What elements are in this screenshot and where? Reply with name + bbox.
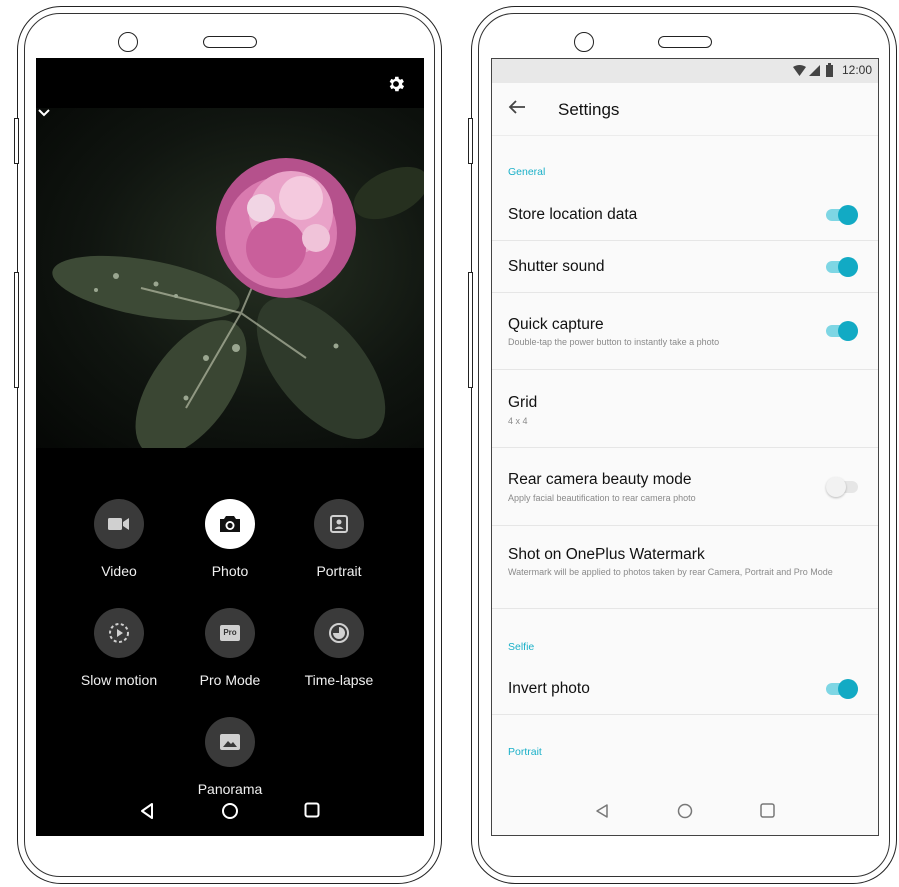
shutter-sound-toggle[interactable] — [826, 257, 858, 277]
mode-slow-motion-button[interactable] — [94, 608, 144, 658]
section-header-selfie: Selfie — [508, 641, 535, 653]
setting-invert-photo-title: Invert photo — [508, 680, 590, 697]
left-earpiece — [203, 36, 257, 48]
clover-flower-photo — [52, 158, 424, 448]
battery-icon — [826, 63, 833, 77]
right-front-camera — [574, 32, 594, 52]
mode-time-lapse-button[interactable] — [314, 608, 364, 658]
nav-recents-icon[interactable] — [760, 803, 775, 818]
settings-navigation-bar — [492, 791, 878, 835]
mode-photo-label: Photo — [211, 563, 249, 579]
setting-shutter-sound[interactable]: Shutter sound — [492, 241, 878, 293]
nav-back-icon[interactable] — [139, 802, 155, 820]
mode-video-button[interactable] — [94, 499, 144, 549]
setting-store-location-title: Store location data — [508, 206, 638, 223]
portrait-icon — [330, 515, 348, 533]
page-title: Settings — [558, 100, 620, 119]
mode-photo[interactable]: Photo — [175, 499, 285, 579]
nav-home-icon[interactable] — [221, 802, 239, 820]
left-phone-volume-button — [14, 118, 19, 164]
status-time: 12:00 — [841, 63, 872, 77]
nav-recents-icon[interactable] — [304, 802, 320, 818]
quick-capture-toggle[interactable] — [826, 321, 858, 341]
mode-slow-motion-label: Slow motion — [80, 672, 158, 688]
right-phone-power-button — [468, 272, 473, 388]
section-header-portrait: Portrait — [508, 746, 542, 758]
right-phone-volume-button — [468, 118, 473, 164]
settings-app-bar: Settings — [492, 83, 878, 136]
slow-motion-icon — [109, 623, 129, 643]
section-header-general: General — [508, 166, 546, 178]
setting-watermark-title: Shot on OnePlus Watermark — [508, 546, 705, 563]
back-arrow-icon[interactable] — [508, 99, 526, 115]
mode-time-lapse[interactable]: Time-lapse — [284, 608, 394, 688]
camera-screen: Video Photo Portrait Slow motion Pro Pro… — [36, 58, 424, 836]
pro-icon: Pro — [220, 625, 240, 641]
camera-viewfinder[interactable] — [36, 108, 424, 448]
left-front-camera — [118, 32, 138, 52]
mode-portrait-button[interactable] — [314, 499, 364, 549]
setting-grid[interactable]: Grid 4 x 4 — [492, 370, 878, 448]
camera-icon — [220, 516, 240, 532]
mode-photo-button[interactable] — [205, 499, 255, 549]
rear-beauty-toggle[interactable] — [826, 477, 858, 497]
mode-slow-motion[interactable]: Slow motion — [64, 608, 174, 688]
settings-screen: 12:00 Settings General Store location da… — [491, 58, 879, 836]
store-location-toggle[interactable] — [826, 205, 858, 225]
mode-portrait-label: Portrait — [316, 563, 362, 579]
setting-store-location[interactable]: Store location data — [492, 190, 878, 241]
nav-home-icon[interactable] — [677, 803, 693, 819]
setting-rear-beauty[interactable]: Rear camera beauty mode Apply facial bea… — [492, 448, 878, 526]
wifi-icon — [793, 65, 806, 76]
setting-quick-capture[interactable]: Quick capture Double-tap the power butto… — [492, 293, 878, 370]
video-icon — [108, 518, 129, 530]
chevron-down-icon[interactable] — [36, 108, 52, 118]
setting-quick-capture-title: Quick capture — [508, 316, 604, 333]
setting-watermark[interactable]: Shot on OnePlus Watermark Watermark will… — [492, 526, 878, 609]
left-phone-power-button — [14, 272, 19, 388]
panorama-icon — [220, 734, 240, 750]
mode-pro[interactable]: Pro Pro Mode — [175, 608, 285, 688]
mode-panorama-button[interactable] — [205, 717, 255, 767]
mode-video[interactable]: Video — [64, 499, 174, 579]
setting-rear-beauty-subtitle: Apply facial beautification to rear came… — [508, 493, 696, 503]
mode-pro-label: Pro Mode — [199, 672, 261, 688]
mode-portrait[interactable]: Portrait — [284, 499, 394, 579]
setting-grid-value: 4 x 4 — [508, 416, 528, 426]
setting-quick-capture-subtitle: Double-tap the power button to instantly… — [508, 337, 720, 347]
mode-pro-button[interactable]: Pro — [205, 608, 255, 658]
setting-rear-beauty-title: Rear camera beauty mode — [508, 471, 692, 488]
setting-grid-title: Grid — [508, 394, 538, 411]
status-bar: 12:00 — [492, 59, 878, 83]
time-lapse-icon — [329, 623, 349, 643]
nav-back-icon[interactable] — [595, 803, 609, 819]
mode-time-lapse-label: Time-lapse — [304, 672, 374, 688]
camera-navigation-bar — [36, 792, 424, 836]
setting-watermark-subtitle: Watermark will be applied to photos take… — [508, 567, 833, 577]
setting-shutter-sound-title: Shutter sound — [508, 258, 605, 275]
invert-photo-toggle[interactable] — [826, 679, 858, 699]
right-earpiece — [658, 36, 712, 48]
mode-panorama[interactable]: Panorama — [175, 717, 285, 797]
settings-gear-icon[interactable] — [386, 74, 406, 94]
setting-invert-photo[interactable]: Invert photo — [492, 663, 878, 715]
mode-video-label: Video — [101, 563, 137, 579]
cell-signal-icon — [809, 65, 820, 76]
